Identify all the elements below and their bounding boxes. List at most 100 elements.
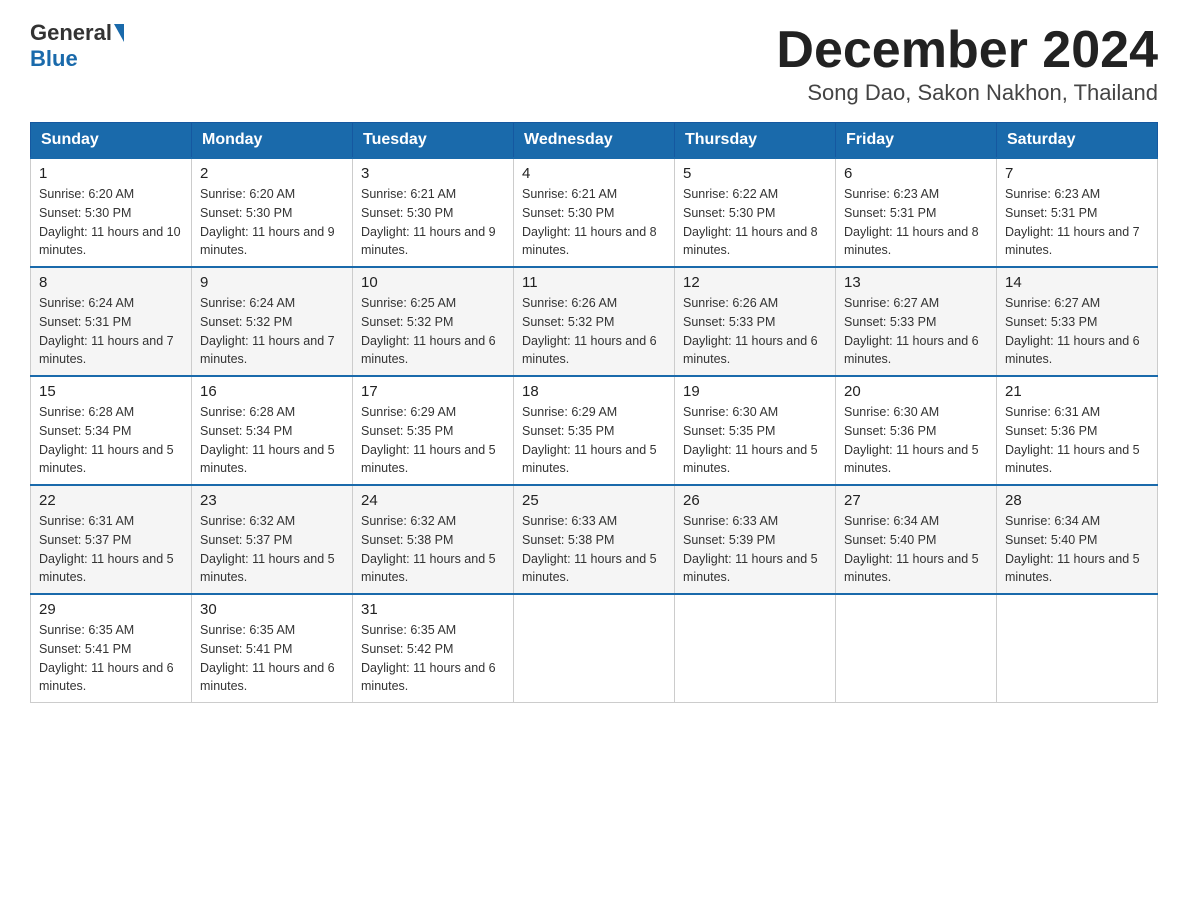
- calendar-cell: 29 Sunrise: 6:35 AM Sunset: 5:41 PM Dayl…: [31, 594, 192, 703]
- day-info: Sunrise: 6:30 AM Sunset: 5:36 PM Dayligh…: [844, 403, 988, 478]
- calendar-week-row: 15 Sunrise: 6:28 AM Sunset: 5:34 PM Dayl…: [31, 376, 1158, 485]
- day-number: 16: [200, 383, 344, 400]
- day-number: 27: [844, 492, 988, 509]
- day-info: Sunrise: 6:29 AM Sunset: 5:35 PM Dayligh…: [361, 403, 505, 478]
- day-number: 23: [200, 492, 344, 509]
- day-number: 4: [522, 165, 666, 182]
- day-info: Sunrise: 6:20 AM Sunset: 5:30 PM Dayligh…: [200, 185, 344, 260]
- day-number: 24: [361, 492, 505, 509]
- calendar-cell: 5 Sunrise: 6:22 AM Sunset: 5:30 PM Dayli…: [675, 158, 836, 267]
- calendar-cell: 7 Sunrise: 6:23 AM Sunset: 5:31 PM Dayli…: [997, 158, 1158, 267]
- calendar-cell: 16 Sunrise: 6:28 AM Sunset: 5:34 PM Dayl…: [192, 376, 353, 485]
- day-info: Sunrise: 6:35 AM Sunset: 5:42 PM Dayligh…: [361, 621, 505, 696]
- calendar-cell: 1 Sunrise: 6:20 AM Sunset: 5:30 PM Dayli…: [31, 158, 192, 267]
- calendar-cell: 12 Sunrise: 6:26 AM Sunset: 5:33 PM Dayl…: [675, 267, 836, 376]
- day-number: 11: [522, 274, 666, 291]
- day-number: 5: [683, 165, 827, 182]
- calendar-cell: 9 Sunrise: 6:24 AM Sunset: 5:32 PM Dayli…: [192, 267, 353, 376]
- day-number: 2: [200, 165, 344, 182]
- day-number: 31: [361, 601, 505, 618]
- day-info: Sunrise: 6:27 AM Sunset: 5:33 PM Dayligh…: [844, 294, 988, 369]
- day-number: 21: [1005, 383, 1149, 400]
- calendar-week-row: 29 Sunrise: 6:35 AM Sunset: 5:41 PM Dayl…: [31, 594, 1158, 703]
- calendar-week-row: 22 Sunrise: 6:31 AM Sunset: 5:37 PM Dayl…: [31, 485, 1158, 594]
- day-number: 20: [844, 383, 988, 400]
- calendar-cell: 27 Sunrise: 6:34 AM Sunset: 5:40 PM Dayl…: [836, 485, 997, 594]
- calendar-cell: 19 Sunrise: 6:30 AM Sunset: 5:35 PM Dayl…: [675, 376, 836, 485]
- day-info: Sunrise: 6:32 AM Sunset: 5:38 PM Dayligh…: [361, 512, 505, 587]
- calendar-cell: 14 Sunrise: 6:27 AM Sunset: 5:33 PM Dayl…: [997, 267, 1158, 376]
- day-info: Sunrise: 6:30 AM Sunset: 5:35 PM Dayligh…: [683, 403, 827, 478]
- calendar-header-friday: Friday: [836, 123, 997, 159]
- calendar-cell: 11 Sunrise: 6:26 AM Sunset: 5:32 PM Dayl…: [514, 267, 675, 376]
- day-number: 19: [683, 383, 827, 400]
- logo-arrow-icon: [114, 24, 124, 42]
- calendar-week-row: 8 Sunrise: 6:24 AM Sunset: 5:31 PM Dayli…: [31, 267, 1158, 376]
- calendar-cell: [514, 594, 675, 703]
- calendar-cell: 26 Sunrise: 6:33 AM Sunset: 5:39 PM Dayl…: [675, 485, 836, 594]
- day-number: 26: [683, 492, 827, 509]
- calendar-cell: 21 Sunrise: 6:31 AM Sunset: 5:36 PM Dayl…: [997, 376, 1158, 485]
- calendar-table: SundayMondayTuesdayWednesdayThursdayFrid…: [30, 122, 1158, 703]
- day-number: 9: [200, 274, 344, 291]
- day-number: 3: [361, 165, 505, 182]
- day-info: Sunrise: 6:33 AM Sunset: 5:38 PM Dayligh…: [522, 512, 666, 587]
- calendar-cell: 13 Sunrise: 6:27 AM Sunset: 5:33 PM Dayl…: [836, 267, 997, 376]
- day-info: Sunrise: 6:31 AM Sunset: 5:36 PM Dayligh…: [1005, 403, 1149, 478]
- calendar-cell: 24 Sunrise: 6:32 AM Sunset: 5:38 PM Dayl…: [353, 485, 514, 594]
- title-block: December 2024 Song Dao, Sakon Nakhon, Th…: [776, 20, 1158, 106]
- day-number: 15: [39, 383, 183, 400]
- calendar-header-sunday: Sunday: [31, 123, 192, 159]
- day-number: 13: [844, 274, 988, 291]
- day-info: Sunrise: 6:21 AM Sunset: 5:30 PM Dayligh…: [361, 185, 505, 260]
- day-info: Sunrise: 6:26 AM Sunset: 5:33 PM Dayligh…: [683, 294, 827, 369]
- page-title: December 2024: [776, 20, 1158, 80]
- day-number: 6: [844, 165, 988, 182]
- day-number: 25: [522, 492, 666, 509]
- calendar-cell: 23 Sunrise: 6:32 AM Sunset: 5:37 PM Dayl…: [192, 485, 353, 594]
- calendar-cell: 2 Sunrise: 6:20 AM Sunset: 5:30 PM Dayli…: [192, 158, 353, 267]
- calendar-cell: 20 Sunrise: 6:30 AM Sunset: 5:36 PM Dayl…: [836, 376, 997, 485]
- day-info: Sunrise: 6:27 AM Sunset: 5:33 PM Dayligh…: [1005, 294, 1149, 369]
- calendar-cell: 30 Sunrise: 6:35 AM Sunset: 5:41 PM Dayl…: [192, 594, 353, 703]
- day-info: Sunrise: 6:31 AM Sunset: 5:37 PM Dayligh…: [39, 512, 183, 587]
- day-info: Sunrise: 6:22 AM Sunset: 5:30 PM Dayligh…: [683, 185, 827, 260]
- day-info: Sunrise: 6:29 AM Sunset: 5:35 PM Dayligh…: [522, 403, 666, 478]
- calendar-cell: 4 Sunrise: 6:21 AM Sunset: 5:30 PM Dayli…: [514, 158, 675, 267]
- calendar-cell: 8 Sunrise: 6:24 AM Sunset: 5:31 PM Dayli…: [31, 267, 192, 376]
- calendar-cell: 31 Sunrise: 6:35 AM Sunset: 5:42 PM Dayl…: [353, 594, 514, 703]
- day-info: Sunrise: 6:34 AM Sunset: 5:40 PM Dayligh…: [844, 512, 988, 587]
- day-info: Sunrise: 6:24 AM Sunset: 5:31 PM Dayligh…: [39, 294, 183, 369]
- day-number: 1: [39, 165, 183, 182]
- calendar-header-monday: Monday: [192, 123, 353, 159]
- page-header: General Blue December 2024 Song Dao, Sak…: [30, 20, 1158, 106]
- day-number: 29: [39, 601, 183, 618]
- calendar-header-row: SundayMondayTuesdayWednesdayThursdayFrid…: [31, 123, 1158, 159]
- day-info: Sunrise: 6:21 AM Sunset: 5:30 PM Dayligh…: [522, 185, 666, 260]
- calendar-cell: [836, 594, 997, 703]
- day-info: Sunrise: 6:20 AM Sunset: 5:30 PM Dayligh…: [39, 185, 183, 260]
- calendar-header-thursday: Thursday: [675, 123, 836, 159]
- day-info: Sunrise: 6:28 AM Sunset: 5:34 PM Dayligh…: [200, 403, 344, 478]
- calendar-cell: [997, 594, 1158, 703]
- day-info: Sunrise: 6:35 AM Sunset: 5:41 PM Dayligh…: [200, 621, 344, 696]
- calendar-header-saturday: Saturday: [997, 123, 1158, 159]
- day-number: 14: [1005, 274, 1149, 291]
- calendar-cell: 17 Sunrise: 6:29 AM Sunset: 5:35 PM Dayl…: [353, 376, 514, 485]
- day-info: Sunrise: 6:25 AM Sunset: 5:32 PM Dayligh…: [361, 294, 505, 369]
- calendar-header-wednesday: Wednesday: [514, 123, 675, 159]
- calendar-cell: 25 Sunrise: 6:33 AM Sunset: 5:38 PM Dayl…: [514, 485, 675, 594]
- day-info: Sunrise: 6:23 AM Sunset: 5:31 PM Dayligh…: [844, 185, 988, 260]
- day-info: Sunrise: 6:32 AM Sunset: 5:37 PM Dayligh…: [200, 512, 344, 587]
- day-info: Sunrise: 6:28 AM Sunset: 5:34 PM Dayligh…: [39, 403, 183, 478]
- calendar-cell: 3 Sunrise: 6:21 AM Sunset: 5:30 PM Dayli…: [353, 158, 514, 267]
- page-subtitle: Song Dao, Sakon Nakhon, Thailand: [776, 80, 1158, 106]
- calendar-cell: 15 Sunrise: 6:28 AM Sunset: 5:34 PM Dayl…: [31, 376, 192, 485]
- day-info: Sunrise: 6:35 AM Sunset: 5:41 PM Dayligh…: [39, 621, 183, 696]
- day-number: 7: [1005, 165, 1149, 182]
- day-info: Sunrise: 6:26 AM Sunset: 5:32 PM Dayligh…: [522, 294, 666, 369]
- calendar-cell: 18 Sunrise: 6:29 AM Sunset: 5:35 PM Dayl…: [514, 376, 675, 485]
- day-number: 10: [361, 274, 505, 291]
- day-number: 22: [39, 492, 183, 509]
- calendar-cell: 22 Sunrise: 6:31 AM Sunset: 5:37 PM Dayl…: [31, 485, 192, 594]
